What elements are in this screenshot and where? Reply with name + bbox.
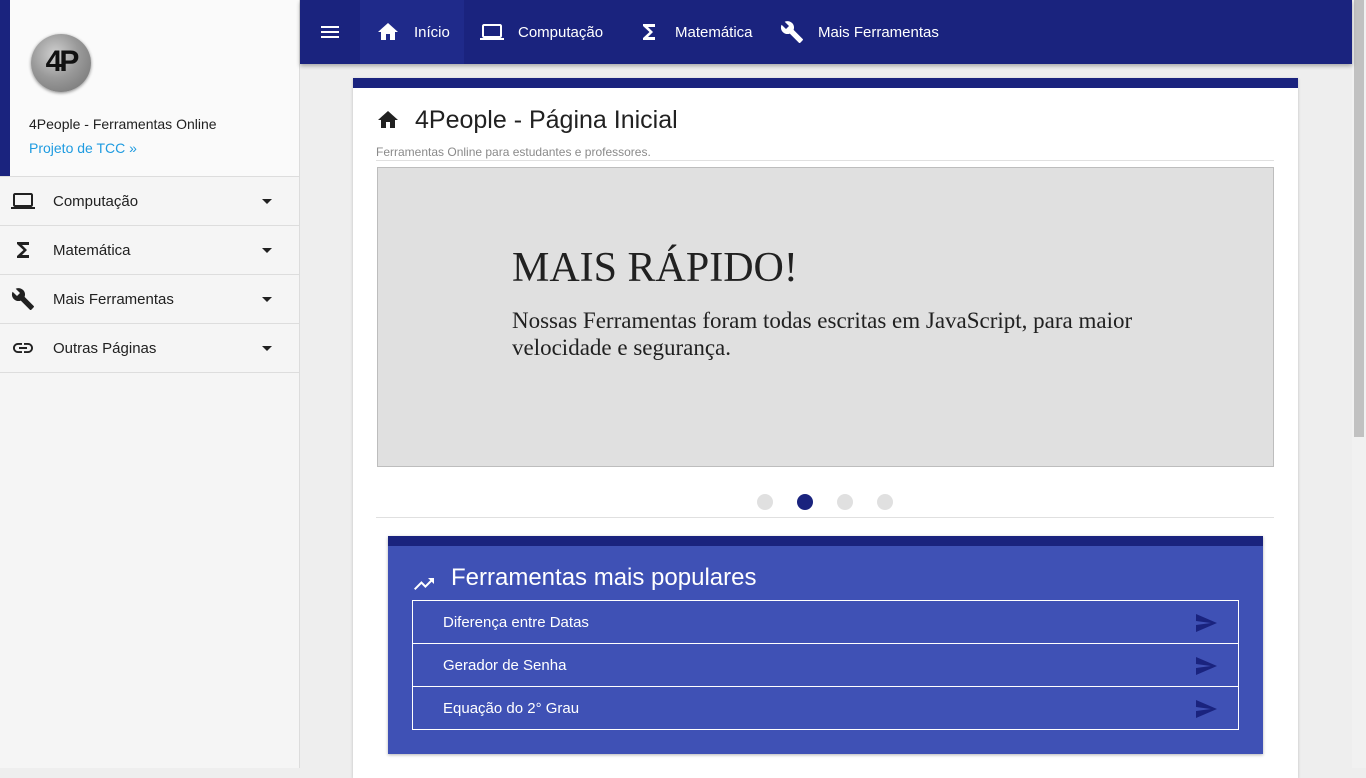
sigma-icon [11, 238, 35, 262]
home-icon [376, 108, 400, 132]
page-title: 4People - Página Inicial [415, 106, 678, 134]
trending-up-icon [412, 572, 436, 596]
chevron-down-icon [262, 297, 272, 302]
slide-title: MAIS RÁPIDO! [512, 245, 798, 291]
link-icon [11, 336, 35, 360]
sigma-icon [637, 20, 661, 44]
nav-computacao[interactable]: Computação [480, 0, 603, 64]
wrench-icon [780, 20, 804, 44]
carousel-indicator-1[interactable] [757, 494, 773, 510]
list-item-label: Equação do 2° Grau [443, 700, 580, 717]
popular-tools-title: Ferramentas mais populares [451, 564, 757, 591]
sidebar-item-mais-ferramentas[interactable]: Mais Ferramentas [0, 275, 299, 324]
laptop-icon [11, 189, 35, 213]
list-item[interactable]: Diferença entre Datas [413, 601, 1238, 643]
logo-text: 4P [45, 45, 80, 78]
chevron-down-icon [262, 248, 272, 253]
divider [376, 160, 1274, 161]
list-item-label: Gerador de Senha [443, 657, 567, 674]
sidebar-item-label: Outras Páginas [53, 339, 157, 357]
main-card: 4People - Página Inicial Ferramentas Onl… [353, 78, 1298, 778]
carousel-indicator-2[interactable] [797, 494, 813, 510]
list-item[interactable]: Equação do 2° Grau [413, 686, 1238, 729]
slide-text: Nossas Ferramentas foram todas escritas … [512, 308, 1133, 360]
popular-tools-panel: Ferramentas mais populares Diferença ent… [388, 536, 1263, 754]
home-icon [376, 20, 400, 44]
nav-label: Mais Ferramentas [818, 23, 939, 41]
nav-matematica[interactable]: Matemática [637, 0, 753, 64]
nav-label: Matemática [675, 23, 753, 41]
brand-accent-stripe [0, 0, 10, 176]
tcc-project-link[interactable]: Projeto de TCC » [29, 140, 137, 156]
menu-icon[interactable] [318, 20, 342, 44]
divider [376, 517, 1274, 518]
logo[interactable]: 4P [31, 34, 91, 92]
popular-tools-list: Diferença entre Datas Gerador de Senha E… [412, 600, 1239, 730]
sidebar-item-label: Mais Ferramentas [53, 290, 174, 308]
sidebar-item-outras-paginas[interactable]: Outras Páginas [0, 324, 299, 373]
carousel-indicator-4[interactable] [877, 494, 893, 510]
chevron-down-icon [262, 199, 272, 204]
nav-inicio[interactable]: Início [360, 0, 464, 64]
sidebar-item-label: Matemática [53, 241, 131, 259]
send-icon [1194, 654, 1218, 678]
chevron-down-icon [262, 346, 272, 351]
carousel-indicator-3[interactable] [837, 494, 853, 510]
brand-header: 4P 4People - Ferramentas Online Projeto … [0, 0, 299, 177]
list-item-label: Diferença entre Datas [443, 614, 589, 631]
page-scrollbar[interactable] [1352, 0, 1366, 768]
send-icon [1194, 697, 1218, 721]
nav-mais-ferramentas[interactable]: Mais Ferramentas [780, 0, 939, 64]
sidebar-item-label: Computação [53, 192, 139, 210]
laptop-icon [480, 20, 504, 44]
scrollbar-thumb[interactable] [1354, 0, 1364, 437]
top-navbar: Início Computação Matemática Mais Ferram… [300, 0, 1352, 64]
brand-name: 4People - Ferramentas Online [29, 116, 217, 132]
nav-label: Computação [518, 23, 604, 41]
send-icon [1194, 611, 1218, 635]
sidebar: 4P 4People - Ferramentas Online Projeto … [0, 0, 300, 768]
sidebar-item-computacao[interactable]: Computação [0, 177, 299, 226]
sidebar-item-matematica[interactable]: Matemática [0, 226, 299, 275]
wrench-icon [11, 287, 35, 311]
nav-label: Início [414, 23, 450, 41]
page-subtitle: Ferramentas Online para estudantes e pro… [376, 145, 651, 159]
list-item[interactable]: Gerador de Senha [413, 643, 1238, 686]
carousel[interactable]: MAIS RÁPIDO! Nossas Ferramentas foram to… [377, 167, 1274, 467]
